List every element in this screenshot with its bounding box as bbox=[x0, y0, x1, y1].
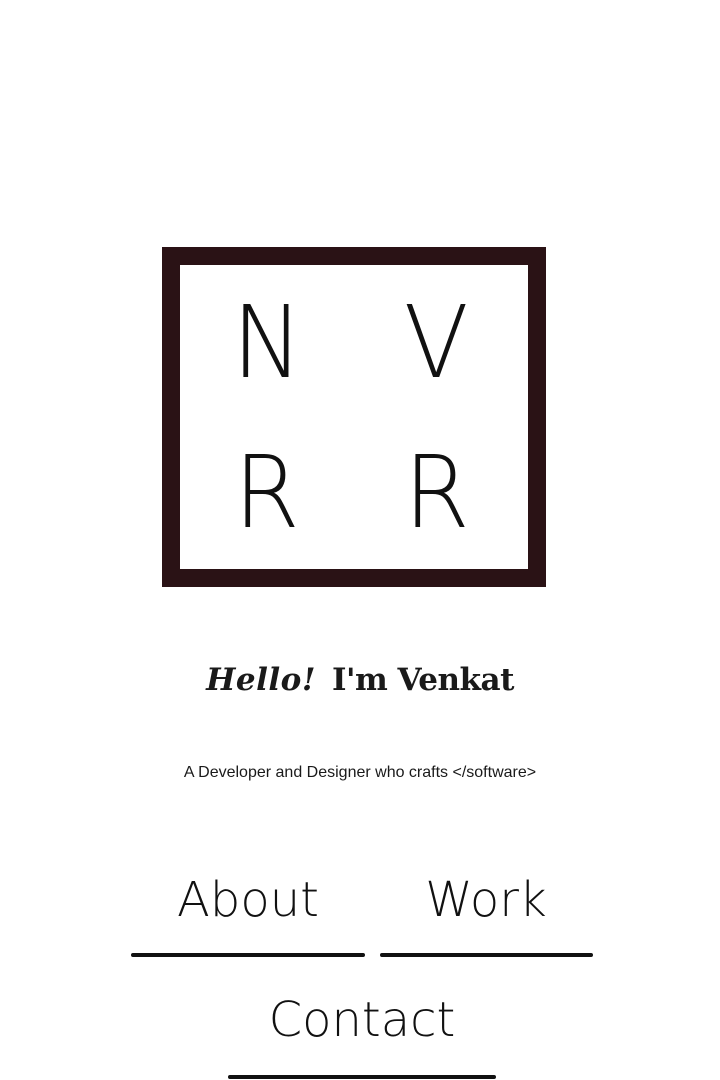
logo-letter-r-right: R bbox=[403, 434, 470, 551]
logo: N V R R bbox=[162, 247, 546, 587]
nav-contact-underline bbox=[228, 1075, 496, 1079]
nav-link-about[interactable]: About bbox=[133, 876, 363, 924]
nav-about-underline bbox=[131, 953, 365, 957]
logo-letter-v: V bbox=[403, 284, 469, 401]
nav-link-contact[interactable]: Contact bbox=[228, 996, 496, 1044]
nav-work-underline bbox=[380, 953, 593, 957]
logo-letter-r-left: R bbox=[233, 434, 300, 551]
greeting-hello: Hello! bbox=[206, 662, 316, 698]
logo-letter-n: N bbox=[231, 284, 303, 401]
tagline: A Developer and Designer who crafts </so… bbox=[183, 764, 537, 781]
greeting-name: I'm Venkat bbox=[331, 662, 514, 698]
nav-link-work[interactable]: Work bbox=[381, 876, 591, 924]
greeting-heading: Hello! I'm Venkat bbox=[0, 662, 720, 698]
